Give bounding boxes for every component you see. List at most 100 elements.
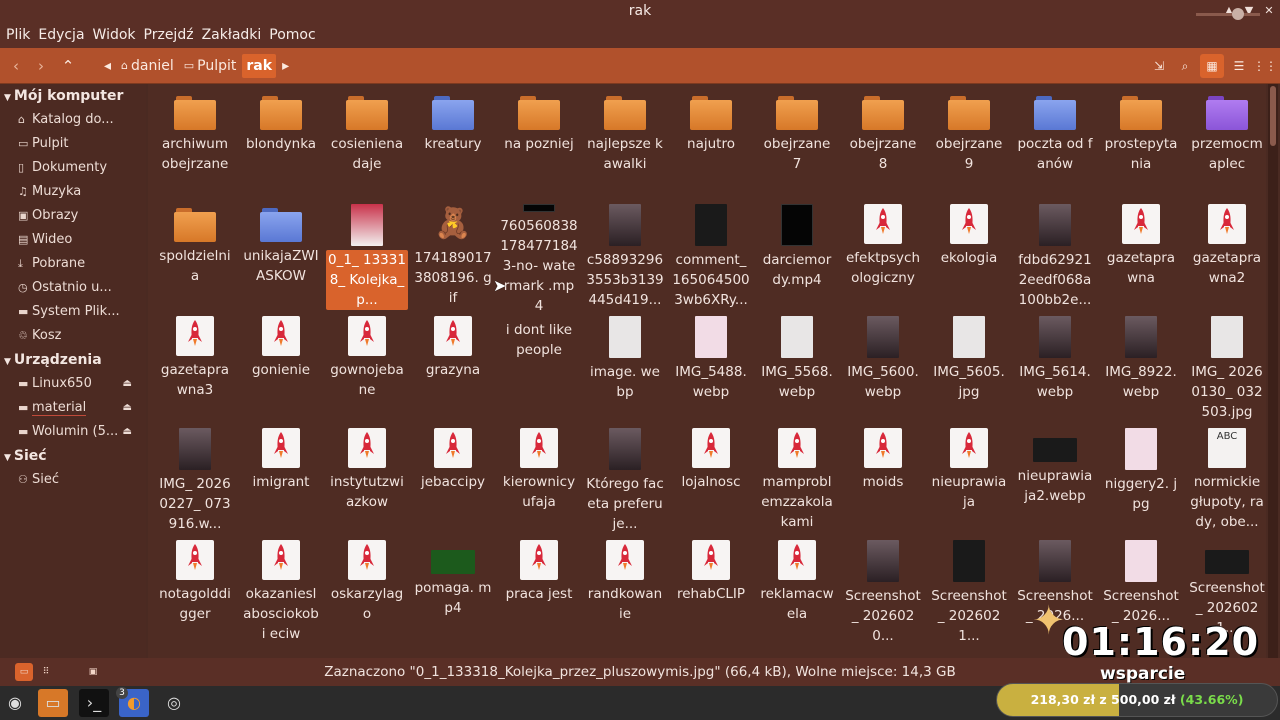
up-button[interactable]: ⌃ bbox=[58, 55, 78, 77]
file-item[interactable]: 760560838 178477184 3-no- watermark .mp4 bbox=[496, 204, 582, 316]
file-item[interactable]: reklamacw ela bbox=[754, 540, 840, 652]
sidebar-item-recent[interactable]: ◷ Ostatnio u... bbox=[0, 276, 146, 300]
file-item[interactable]: IMG_5614. webp bbox=[1012, 316, 1098, 428]
folder-item[interactable]: prostepyta nia bbox=[1098, 92, 1184, 204]
file-item[interactable]: IMG_5568. webp bbox=[754, 316, 840, 428]
folder-item[interactable]: przemocm aplec bbox=[1184, 92, 1266, 204]
file-item[interactable]: IMG_5605. jpg bbox=[926, 316, 1012, 428]
file-item[interactable]: i dont like people bbox=[496, 316, 582, 428]
file-item[interactable]: IMG_ 20260130_ 032503.jpg bbox=[1184, 316, 1266, 428]
compact-view-icon[interactable]: ⋮⋮ bbox=[1253, 54, 1277, 78]
file-item[interactable]: image. webp bbox=[582, 316, 668, 428]
file-item[interactable]: kierownicy ufaja bbox=[496, 428, 582, 540]
folder-item[interactable]: obejrzane 8 bbox=[840, 92, 926, 204]
file-item[interactable]: pomaga. mp4 bbox=[410, 540, 496, 652]
sidebar-item-home[interactable]: ⌂ Katalog do... bbox=[0, 108, 146, 132]
folder-item[interactable]: cosieniena daje bbox=[324, 92, 410, 204]
breadcrumb-home[interactable]: ⌂ daniel bbox=[117, 54, 178, 78]
sidebar-item-material[interactable]: ▬ material ⏏ bbox=[0, 396, 146, 420]
breadcrumb-prev-icon[interactable]: ◂ bbox=[100, 54, 115, 78]
folder-item[interactable]: spoldzielni a bbox=[152, 204, 238, 316]
file-item[interactable]: lojalnosc bbox=[668, 428, 754, 540]
folder-item[interactable]: blondynka bbox=[238, 92, 324, 204]
file-item[interactable]: efektpsych ologiczny bbox=[840, 204, 926, 316]
file-item[interactable]: grazyna bbox=[410, 316, 496, 428]
file-item[interactable]: Którego faceta preferuje... bbox=[582, 428, 668, 540]
file-item[interactable]: IMG_ 20260227_ 073916.w... bbox=[152, 428, 238, 540]
folder-item[interactable]: archiwum obejrzane bbox=[152, 92, 238, 204]
file-item[interactable]: IMG_8922. webp bbox=[1098, 316, 1184, 428]
icon-view-icon[interactable]: ▦ bbox=[1200, 54, 1224, 78]
maximize-button[interactable]: ▼ bbox=[1242, 0, 1256, 22]
sidebar-section-computer[interactable]: ▼ Mój komputer bbox=[0, 84, 146, 108]
close-button[interactable]: ✕ bbox=[1262, 0, 1276, 22]
zoom-slider[interactable] bbox=[1196, 13, 1260, 16]
file-item[interactable]: darciemor dy.mp4 bbox=[754, 204, 840, 316]
file-item[interactable]: comment_ 165064500 3wb6XRy... bbox=[668, 204, 754, 316]
file-view[interactable]: archiwum obejrzane blondynka cosieniena da… bbox=[148, 84, 1266, 658]
eject-icon[interactable]: ⏏ bbox=[123, 372, 132, 396]
file-item[interactable]: mamprobl emzzakola kami bbox=[754, 428, 840, 540]
sidebar-item-documents[interactable]: ▯ Dokumenty bbox=[0, 156, 146, 180]
file-item[interactable]: imigrant bbox=[238, 428, 324, 540]
file-item[interactable]: praca jest bbox=[496, 540, 582, 652]
breadcrumb-current[interactable]: rak bbox=[242, 54, 277, 78]
sidebar-item-desktop[interactable]: ▭ Pulpit bbox=[0, 132, 146, 156]
file-item[interactable]: niggery2. jpg bbox=[1098, 428, 1184, 540]
search-icon[interactable]: ⌕ bbox=[1173, 54, 1197, 78]
sidebar-item-pictures[interactable]: ▣ Obrazy bbox=[0, 204, 146, 228]
file-item[interactable]: 🧸 174189017 3808196. gif bbox=[410, 204, 496, 316]
file-item[interactable]: moids bbox=[840, 428, 926, 540]
back-button[interactable]: ‹ bbox=[6, 55, 26, 77]
menu-edit[interactable]: Edycja bbox=[34, 27, 88, 43]
file-item[interactable]: Screenshot _ 2026021... bbox=[926, 540, 1012, 652]
zoom-slider-knob[interactable] bbox=[1232, 8, 1244, 20]
file-item[interactable]: ekologia bbox=[926, 204, 1012, 316]
file-item[interactable]: nieuprawia ja2.webp bbox=[1012, 428, 1098, 540]
file-item[interactable]: fdbd62921 2eedf068a 100bb2e... bbox=[1012, 204, 1098, 316]
folder-item[interactable]: kreatury bbox=[410, 92, 496, 204]
file-item[interactable]: gownojeba ne bbox=[324, 316, 410, 428]
file-item[interactable]: nieuprawia ja bbox=[926, 428, 1012, 540]
eject-icon[interactable]: ⏏ bbox=[123, 420, 132, 444]
breadcrumb-desktop[interactable]: ▭ Pulpit bbox=[180, 54, 241, 78]
breadcrumb-next-icon[interactable]: ▸ bbox=[278, 54, 293, 78]
file-item[interactable]: IMG_5488. webp bbox=[668, 316, 754, 428]
file-item[interactable]: IMG_5600. webp bbox=[840, 316, 926, 428]
sidebar-item-music[interactable]: ♫ Muzyka bbox=[0, 180, 146, 204]
file-item[interactable]: instytutzwi azkow bbox=[324, 428, 410, 540]
sidebar-item-volume[interactable]: ▬ Wolumin (5... ⏏ bbox=[0, 420, 146, 444]
file-item[interactable]: ABC normickie głupoty, rady, obe... bbox=[1184, 428, 1266, 540]
file-manager-icon[interactable]: ▭ bbox=[38, 689, 68, 717]
file-item[interactable]: gazetapra wna bbox=[1098, 204, 1184, 316]
menu-help[interactable]: Pomoc bbox=[265, 27, 319, 43]
file-item[interactable]: Screenshot _ 2026020... bbox=[840, 540, 926, 652]
file-item[interactable]: oskarzylag o bbox=[324, 540, 410, 652]
sidebar-item-trash[interactable]: ♲ Kosz bbox=[0, 324, 146, 348]
menu-bookmarks[interactable]: Zakładki bbox=[198, 27, 266, 43]
sidebar-item-downloads[interactable]: ⤓ Pobrane bbox=[0, 252, 146, 276]
sidebar-section-devices[interactable]: ▼ Urządzenia bbox=[0, 348, 146, 372]
file-item[interactable]: notagolddi gger bbox=[152, 540, 238, 652]
file-item[interactable]: gazetapra wna2 bbox=[1184, 204, 1266, 316]
places-toggle-icon[interactable]: ▭ bbox=[15, 663, 33, 681]
sidebar-section-network[interactable]: ▼ Sieć bbox=[0, 444, 146, 468]
file-item[interactable]: randkowan ie bbox=[582, 540, 668, 652]
sidebar-item-videos[interactable]: ▤ Wideo bbox=[0, 228, 146, 252]
sidebar-item-network[interactable]: ⚇ Sieć bbox=[0, 468, 146, 492]
forward-button[interactable]: › bbox=[31, 55, 51, 77]
eject-icon[interactable]: ⏏ bbox=[123, 396, 132, 420]
file-item[interactable]: 0_1_ 133318_ Kolejka_p... bbox=[324, 204, 410, 316]
file-item[interactable]: c58893296 3553b3139 445d419... bbox=[582, 204, 668, 316]
menu-go[interactable]: Przejdź bbox=[140, 27, 198, 43]
tree-toggle-icon[interactable]: ⠿ bbox=[37, 663, 55, 681]
menu-view[interactable]: Widok bbox=[89, 27, 140, 43]
file-item[interactable]: gazetapra wna3 bbox=[152, 316, 238, 428]
scrollbar-thumb[interactable] bbox=[1270, 86, 1276, 146]
toggle-location-icon[interactable]: ⇲ bbox=[1147, 54, 1171, 78]
file-item[interactable]: gonienie bbox=[238, 316, 324, 428]
file-item[interactable]: jebaccipy bbox=[410, 428, 496, 540]
folder-item[interactable]: najlepsze kawalki bbox=[582, 92, 668, 204]
menu-icon[interactable]: ◉ bbox=[0, 689, 30, 717]
folder-item[interactable]: na pozniej bbox=[496, 92, 582, 204]
